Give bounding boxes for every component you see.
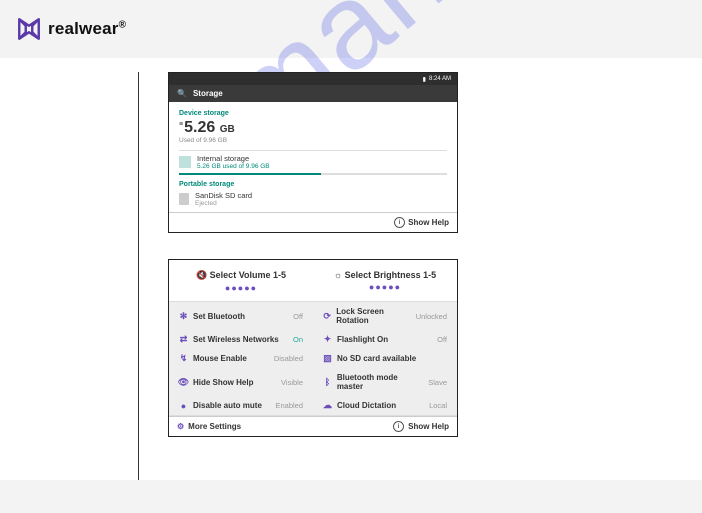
hide-show-help[interactable]: 👁Hide Show Help Visible: [169, 368, 313, 396]
more-settings-button[interactable]: ⚙ More Settings: [177, 422, 241, 431]
storage-body: Device storage ≡5.26 GB Used of 9.96 GB …: [169, 102, 457, 212]
storage-screenshot: ▮ 8:24 AM 🔍 Storage Device storage ≡5.26…: [168, 72, 458, 233]
storage-used-value: ≡5.26 GB: [179, 119, 447, 137]
bluetooth-icon: ✻: [179, 312, 188, 321]
lock-rotation[interactable]: ⟳Lock Screen Rotation Unlocked: [313, 302, 457, 330]
set-wireless[interactable]: ⇄Set Wireless Networks On: [169, 330, 313, 349]
brightness-label: Select Brightness 1-5: [345, 270, 437, 280]
internal-storage-row[interactable]: Internal storage 5.26 GB used of 9.96 GB: [179, 150, 447, 171]
cloud-icon: ☁: [323, 401, 332, 410]
flashlight[interactable]: ✦Flashlight On Off: [313, 330, 457, 349]
set-bluetooth[interactable]: ✻Set Bluetooth Off: [169, 302, 313, 330]
volume-dots: ●●●●●: [169, 283, 313, 293]
show-help-bar[interactable]: i Show Help: [169, 212, 457, 232]
brightness-dots: ●●●●●: [313, 282, 457, 292]
mute-icon: ●: [179, 401, 188, 410]
page-header: realwear®: [0, 0, 702, 58]
brand-name: realwear®: [48, 19, 126, 39]
help-icon: i: [394, 217, 405, 228]
sd-card-row[interactable]: SanDisk SD card Ejected: [179, 188, 447, 208]
quick-settings-sliders: 🔇 Select Volume 1-5 ●●●●● ☼ Select Brigh…: [169, 260, 457, 301]
mouse-icon: ↯: [179, 354, 188, 363]
page-footer-band: [0, 480, 702, 513]
quick-settings-footer: ⚙ More Settings i Show Help: [169, 416, 457, 436]
mouse-enable[interactable]: ↯Mouse Enable Disabled: [169, 349, 313, 368]
storage-progress-fill: [179, 173, 321, 175]
sd-icon: ▧: [323, 354, 332, 363]
screen-title-bar: 🔍 Storage: [169, 85, 457, 102]
storage-used-caption: Used of 9.96 GB: [179, 137, 447, 144]
bluetooth-mode[interactable]: ᛒBluetooth mode master Slave: [313, 368, 457, 396]
wifi-icon: ⇄: [179, 335, 188, 344]
internal-storage-detail: 5.26 GB used of 9.96 GB: [197, 163, 270, 170]
flashlight-icon: ✦: [323, 335, 332, 344]
quick-settings-screenshot: 🔇 Select Volume 1-5 ●●●●● ☼ Select Brigh…: [168, 259, 458, 437]
brightness-slider[interactable]: ☼ Select Brightness 1-5 ●●●●●: [313, 260, 457, 301]
show-help-button[interactable]: i Show Help: [393, 421, 449, 432]
brand-logo: realwear®: [16, 16, 126, 42]
volume-slider[interactable]: 🔇 Select Volume 1-5 ●●●●●: [169, 260, 313, 301]
show-help-label: Show Help: [408, 218, 449, 227]
status-time: 8:24 AM: [429, 76, 451, 82]
section-divider: [138, 72, 139, 482]
storage-progress: [179, 173, 447, 175]
quick-settings-grid: ✻Set Bluetooth Off ⟳Lock Screen Rotation…: [169, 301, 457, 416]
bt-mode-icon: ᛒ: [323, 378, 332, 387]
screen-title: Storage: [193, 89, 223, 98]
sd-card-name: SanDisk SD card: [195, 191, 252, 200]
disk-icon: [179, 156, 191, 168]
battery-icon: ▮: [423, 76, 426, 83]
auto-mute[interactable]: ●Disable auto mute Enabled: [169, 396, 313, 415]
sd-card-status: Ejected: [195, 200, 252, 207]
eye-icon: 👁: [179, 378, 188, 387]
android-status-bar: ▮ 8:24 AM: [169, 73, 457, 85]
screenshots-column: ▮ 8:24 AM 🔍 Storage Device storage ≡5.26…: [168, 72, 458, 463]
help-icon: i: [393, 421, 404, 432]
gear-icon: ⚙: [177, 422, 184, 431]
search-icon: 🔍: [177, 89, 187, 98]
portable-storage-label: Portable storage: [179, 181, 447, 188]
cloud-dictation[interactable]: ☁Cloud Dictation Local: [313, 396, 457, 415]
sd-card-icon: [179, 193, 189, 205]
internal-storage-name: Internal storage: [197, 154, 270, 163]
realwear-icon: [16, 16, 42, 42]
device-storage-label: Device storage: [179, 110, 447, 117]
sd-card-status-cell[interactable]: ▧No SD card available: [313, 349, 457, 368]
volume-label: Select Volume 1-5: [210, 270, 286, 280]
rotation-icon: ⟳: [323, 312, 331, 321]
